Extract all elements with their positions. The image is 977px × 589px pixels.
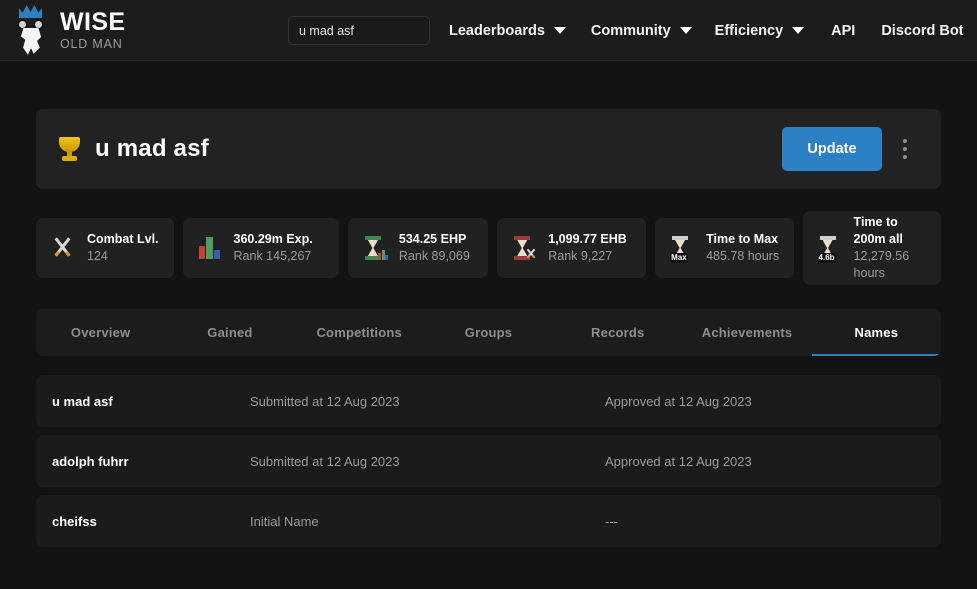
stat-label: 360.29m Exp. [233,232,313,247]
tab-groups[interactable]: Groups [424,309,553,356]
stat-card-combat-level: Combat Lvl. 124 [36,218,174,278]
nav-item-api[interactable]: API [831,23,855,39]
tab-label: Names [854,325,899,340]
approved-cell: --- [605,513,618,529]
stat-card-time-to-max: Max Time to Max 485.78 hours [655,218,794,278]
tab-label: Overview [70,325,131,340]
name-changes-list: u mad asf Submitted at 12 Aug 2023 Appro… [36,375,941,547]
stat-label: Time to Max [706,232,779,247]
stat-label: Time to 200m all [853,215,903,247]
nav-label-leaderboards: Leaderboards [449,22,545,39]
bar-chart-icon [197,234,223,262]
nav-label-discord-bot: Discord Bot [881,22,964,39]
top-header: WISE OLD MAN Leaderboards Community Effi… [0,0,977,61]
hourglass-200m-icon: 4.6b [817,234,843,263]
stat-value: Rank 89,069 [398,249,470,263]
table-row[interactable]: u mad asf Submitted at 12 Aug 2023 Appro… [36,375,941,427]
stat-card-time-to-200m-all: 4.6b Time to 200m all 12,279.56 hours [802,211,941,285]
table-row[interactable]: cheifss Initial Name --- [36,495,941,547]
stat-card-experience: 360.29m Exp. Rank 145,267 [182,218,339,278]
update-button[interactable]: Update [782,127,882,171]
stat-value: 124 [87,249,108,263]
stat-card-ehb: 1,099.77 EHB Rank 9,227 [497,218,647,278]
hourglass-max-icon: Max [669,234,695,263]
tab-gained[interactable]: Gained [165,309,294,356]
chevron-down-icon [679,27,692,34]
brand-title: WISE [60,7,126,36]
hourglass-red-icon [511,234,537,262]
stat-value: Rank 145,267 [233,249,312,263]
submitted-cell: Initial Name [250,513,319,529]
tab-names[interactable]: Names [811,309,941,356]
brand-subtitle: OLD MAN [60,36,123,51]
approved-cell: Approved at 12 Aug 2023 [605,393,752,409]
hourglass-green-icon [362,234,388,262]
tab-overview[interactable]: Overview [36,309,165,356]
page-content: u mad asf Update Combat Lvl. 124 360.29m… [0,109,977,547]
stat-label: Combat Lvl. [87,232,159,247]
crown-icon [19,5,42,18]
tab-records[interactable]: Records [553,309,682,356]
stat-value: Rank 9,227 [548,249,613,263]
approved-cell: Approved at 12 Aug 2023 [605,453,752,469]
player-header-card: u mad asf Update [36,109,941,189]
tab-label: Groups [464,325,513,340]
nav-item-efficiency[interactable]: Efficiency [715,23,805,39]
nav-item-leaderboards[interactable]: Leaderboards [449,23,566,39]
tab-achievements[interactable]: Achievements [682,309,811,356]
brand-logo[interactable]: WISE OLD MAN [10,2,126,58]
stat-card-ehp: 534.25 EHP Rank 89,069 [347,218,489,278]
name-cell: u mad asf [52,393,113,409]
tab-label: Records [591,325,645,340]
nav-item-discord-bot[interactable]: Discord Bot [881,23,963,39]
table-row[interactable]: adolph fuhrr Submitted at 12 Aug 2023 Ap… [36,435,941,487]
chevron-down-icon [792,27,805,34]
nav-label-api: API [831,22,856,39]
crossed-swords-icon [50,234,76,262]
nav-label-community: Community [590,22,671,39]
page-title: u mad asf [95,135,209,162]
nav-item-community[interactable]: Community [591,23,692,39]
search-input[interactable] [288,16,430,45]
chevron-down-icon [553,27,566,34]
stat-label: 534.25 EHP [398,232,467,247]
stat-value: 485.78 hours [706,249,780,263]
tab-label: Gained [207,325,253,340]
name-cell: adolph fuhrr [52,453,129,469]
main-navigation: Leaderboards Community Efficiency API Di… [449,0,964,61]
stat-label: 1,099.77 EHB [548,232,627,247]
tab-competitions[interactable]: Competitions [295,309,424,356]
player-tabs: Overview Gained Competitions Groups Reco… [36,309,941,356]
submitted-cell: Submitted at 12 Aug 2023 [250,453,400,469]
submitted-cell: Submitted at 12 Aug 2023 [250,393,400,409]
player-stats-row: Combat Lvl. 124 360.29m Exp. Rank 145,26… [36,211,941,285]
beard-icon [20,28,42,55]
old-man-crown-logo-icon [10,2,50,58]
stat-value: 12,279.56 hours [853,249,910,280]
nav-label-efficiency: Efficiency [714,22,784,39]
tab-label: Achievements [701,325,793,340]
name-cell: cheifss [52,513,97,529]
kebab-menu-icon[interactable] [891,127,919,171]
trophy-icon [56,135,83,164]
tab-label: Competitions [316,325,402,340]
